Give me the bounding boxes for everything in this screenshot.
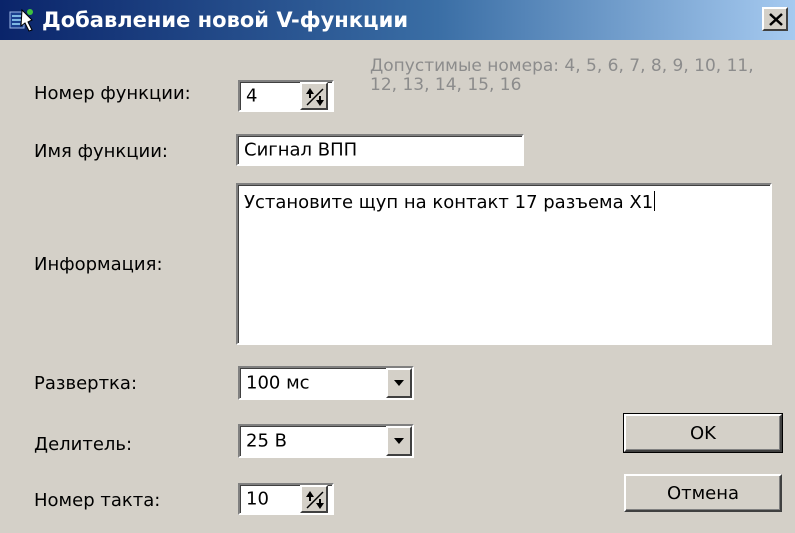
cycle-number-spin-button[interactable]: [300, 485, 328, 513]
allowed-numbers-hint: Допустимые номера: 4, 5, 6, 7, 8, 9, 10,…: [370, 56, 754, 95]
cycle-number-label: Номер такта:: [34, 490, 161, 511]
function-number-value: 4: [246, 85, 258, 107]
function-name-value: Сигнал ВПП: [244, 139, 358, 161]
function-number-spinner[interactable]: 4: [238, 80, 334, 112]
function-number-spin-button[interactable]: [300, 82, 328, 110]
information-label: Информация:: [34, 254, 163, 275]
chevron-down-icon: [394, 438, 404, 444]
spin-arrows-icon: [306, 491, 324, 509]
information-value: Установите щуп на контакт 17 разъема X1: [244, 192, 654, 213]
sweep-dropdown-button[interactable]: [386, 368, 412, 398]
divider-value: 25 В: [246, 430, 287, 452]
divider-select[interactable]: 25 В: [238, 424, 414, 458]
chevron-down-icon: [394, 380, 404, 386]
app-icon: [8, 6, 36, 34]
sweep-label: Развертка:: [34, 373, 138, 394]
sweep-select[interactable]: 100 мс: [238, 366, 414, 400]
add-v-function-dialog: Добавление новой V-функции Номер функции…: [0, 0, 795, 533]
cycle-number-value: 10: [246, 488, 269, 510]
function-number-label: Номер функции:: [34, 83, 191, 104]
function-name-input[interactable]: Сигнал ВПП: [236, 134, 524, 166]
title-bar[interactable]: Добавление новой V-функции: [0, 0, 795, 40]
divider-dropdown-button[interactable]: [386, 426, 412, 456]
close-icon: [769, 13, 783, 26]
sweep-value: 100 мс: [246, 372, 310, 394]
divider-label: Делитель:: [34, 434, 133, 455]
close-button[interactable]: [762, 7, 788, 31]
cancel-button[interactable]: Отмена: [624, 474, 782, 512]
function-name-label: Имя функции:: [34, 141, 168, 162]
cycle-number-spinner[interactable]: 10: [238, 483, 334, 515]
spin-arrows-icon: [306, 88, 324, 106]
window-title: Добавление новой V-функции: [42, 8, 409, 32]
ok-button[interactable]: OK: [623, 413, 783, 453]
information-textarea[interactable]: Установите щуп на контакт 17 разъема X1: [236, 183, 772, 345]
text-caret: [654, 191, 656, 211]
